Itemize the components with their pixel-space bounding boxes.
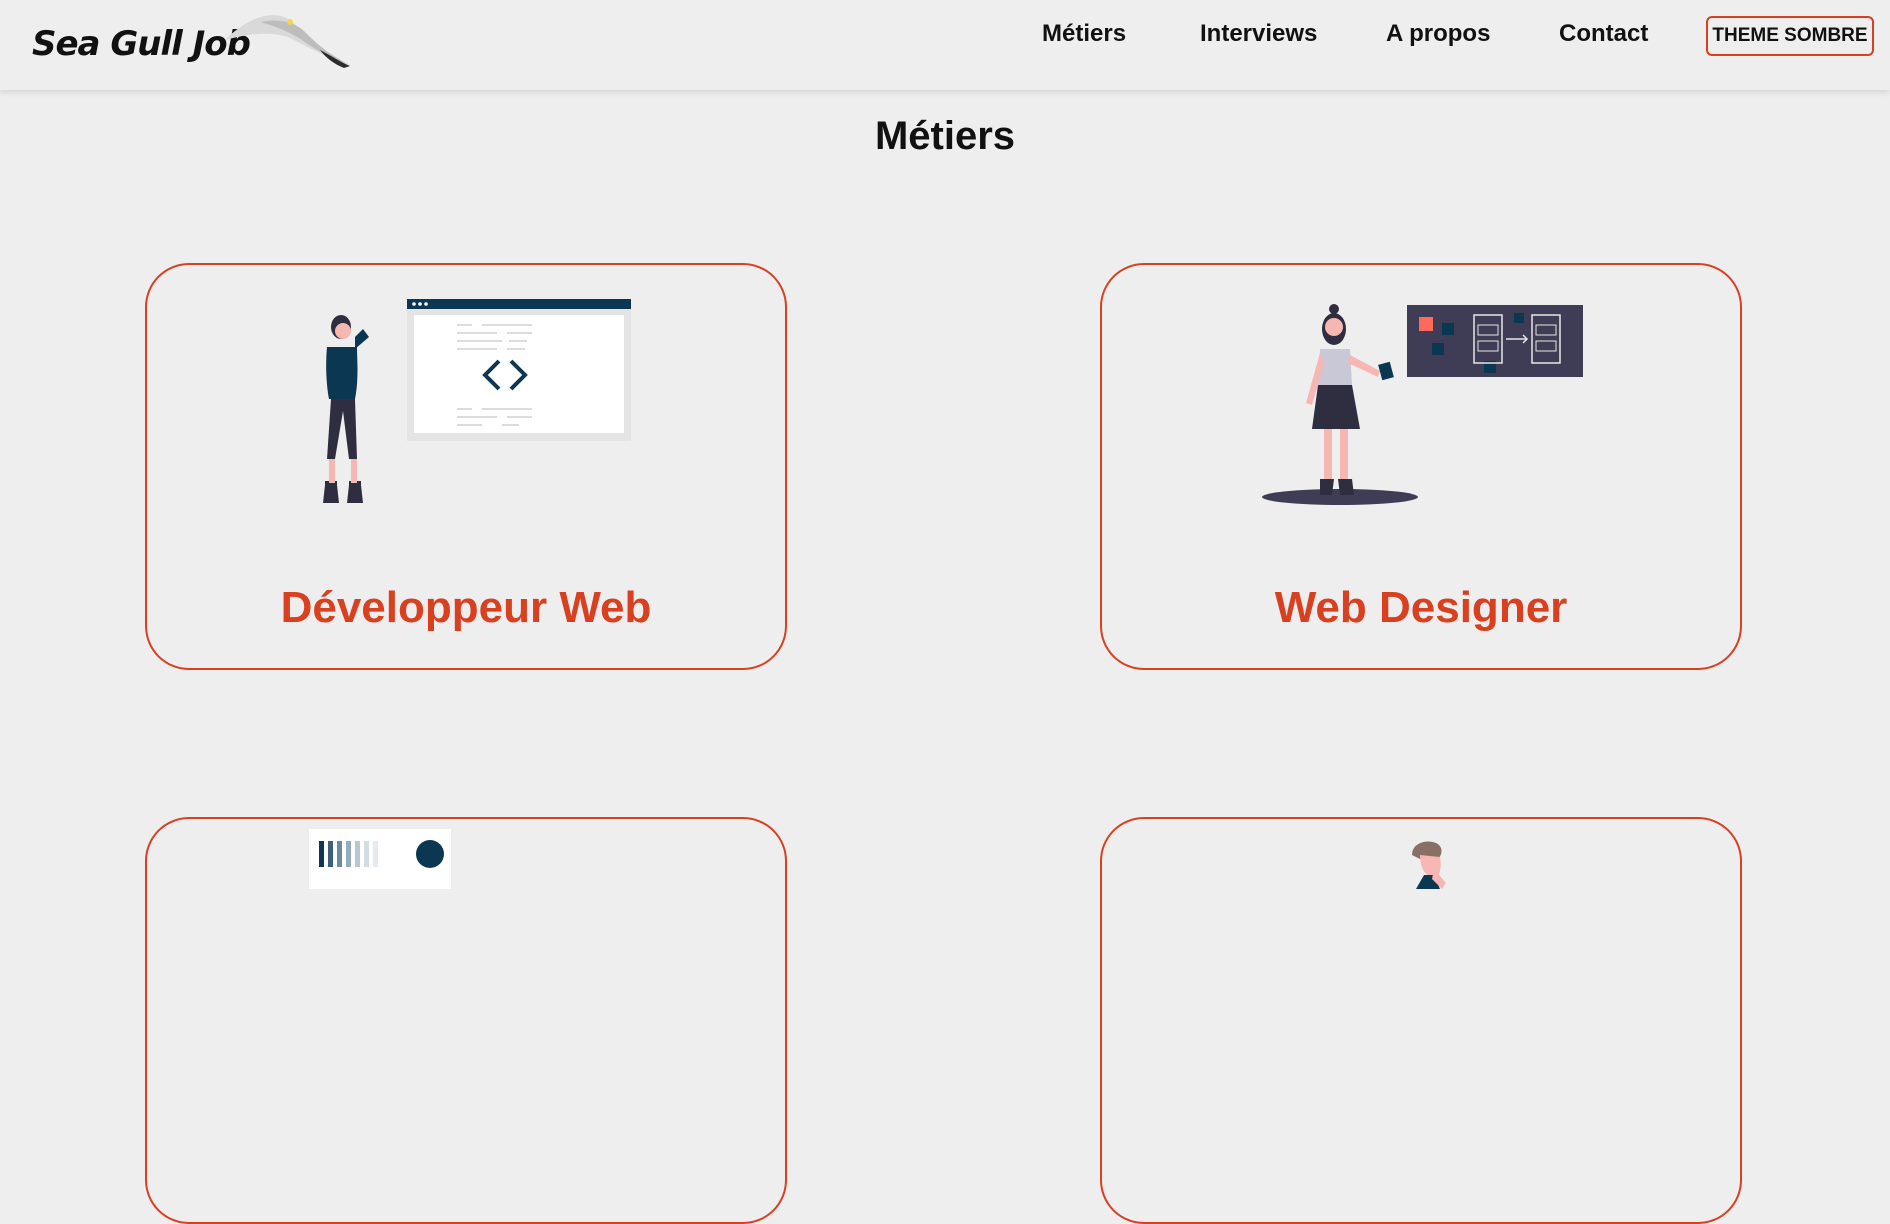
site-header: Sea Gull Job Métiers Interviews A propos… [0, 0, 1890, 90]
person-illustration [1412, 841, 1446, 889]
seagull-icon [225, 15, 350, 68]
card-web-designer[interactable]: Web Designer [1100, 263, 1742, 670]
theme-toggle-button[interactable]: THEME SOMBRE [1706, 16, 1874, 56]
card-title: Développeur Web [280, 583, 652, 632]
card-item-4[interactable] [1100, 817, 1742, 1224]
nav-link-a-propos[interactable]: A propos [1386, 20, 1490, 48]
designer-illustration [1262, 304, 1583, 505]
nav-link-metiers[interactable]: Métiers [1042, 20, 1126, 48]
card-title: Web Designer [1274, 583, 1568, 632]
card-developpeur-web[interactable]: Développeur Web [145, 263, 787, 670]
developer-illustration [323, 299, 631, 503]
logo[interactable]: Sea Gull Job [30, 10, 370, 72]
page-title: Métiers [874, 114, 1016, 158]
card-item-3[interactable] [145, 817, 787, 1224]
logo-text: Sea Gull Job [32, 24, 251, 64]
chart-illustration [309, 829, 451, 889]
nav-link-contact[interactable]: Contact [1559, 20, 1648, 48]
nav-link-interviews[interactable]: Interviews [1200, 20, 1317, 48]
